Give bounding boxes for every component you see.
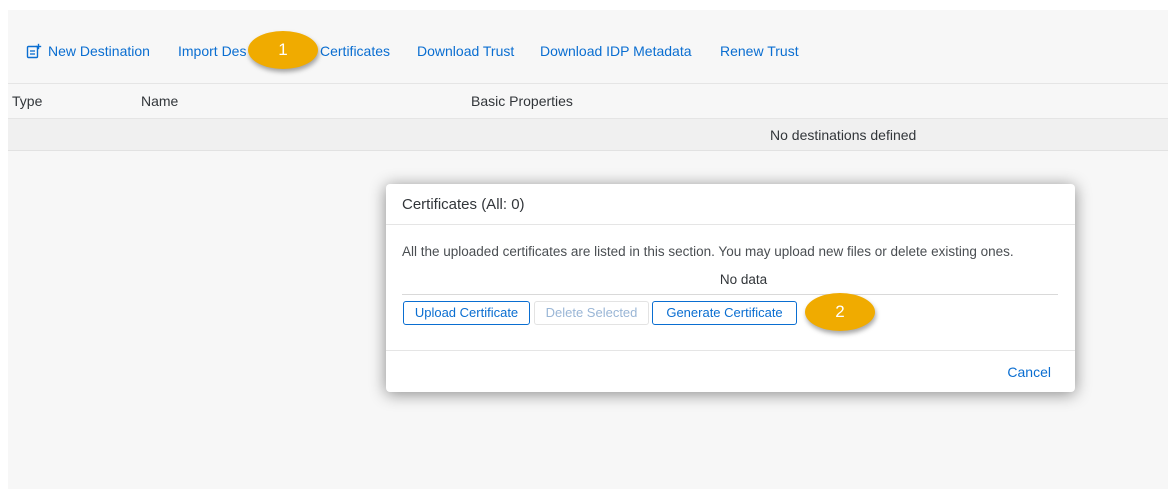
column-header-type[interactable]: Type: [12, 93, 42, 109]
dialog-title: Certificates (All: 0): [402, 196, 525, 213]
renew-trust-button[interactable]: Renew Trust: [720, 42, 799, 60]
download-trust-button[interactable]: Download Trust: [417, 42, 514, 60]
no-data-text: No data: [719, 272, 768, 287]
download-idp-metadata-button[interactable]: Download IDP Metadata: [540, 42, 692, 60]
certificates-button[interactable]: Certificates: [320, 42, 390, 60]
table-header: Type Name Basic Properties: [8, 84, 1168, 119]
dialog-footer: Cancel: [386, 350, 1075, 393]
dialog-header: Certificates (All: 0): [386, 184, 1075, 225]
callout-step-2: 2: [805, 293, 875, 331]
upload-certificate-button[interactable]: Upload Certificate: [403, 301, 530, 325]
divider: [402, 294, 1058, 295]
delete-selected-button: Delete Selected: [534, 301, 649, 325]
destinations-page: New Destination Import Des Certificates …: [8, 10, 1168, 489]
toolbar: New Destination Import Des Certificates …: [8, 10, 1168, 84]
empty-table-message: No destinations defined: [770, 127, 917, 143]
new-document-icon[interactable]: [26, 43, 42, 59]
certificates-dialog: Certificates (All: 0) All the uploaded c…: [386, 184, 1075, 392]
column-header-name[interactable]: Name: [141, 93, 178, 109]
new-destination-button[interactable]: New Destination: [48, 42, 150, 60]
callout-number: 2: [835, 302, 845, 321]
dialog-info-text: All the uploaded certificates are listed…: [402, 244, 1014, 259]
generate-certificate-button[interactable]: Generate Certificate: [652, 301, 797, 325]
callout-number: 1: [278, 40, 288, 59]
import-destination-button[interactable]: Import Des: [178, 42, 246, 60]
table-row: No destinations defined: [8, 119, 1168, 151]
cancel-button[interactable]: Cancel: [1007, 364, 1051, 380]
column-header-basic-properties[interactable]: Basic Properties: [471, 93, 573, 109]
callout-step-1: 1: [248, 31, 318, 69]
